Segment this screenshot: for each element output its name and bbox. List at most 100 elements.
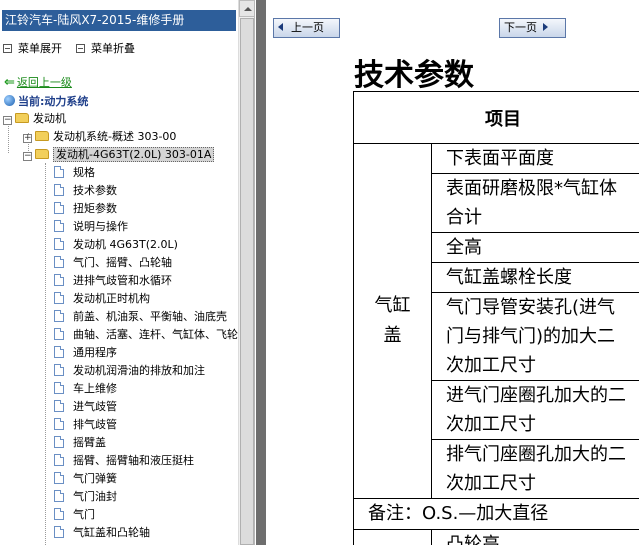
document-icon <box>54 346 64 358</box>
tree-doc-item[interactable]: 排气歧管 <box>54 416 117 434</box>
tree-doc-label: 气门、摇臂、凸轮轴 <box>73 256 172 269</box>
tree-doc-item[interactable]: 摇臂、摇臂轴和液压挺柱 <box>54 452 194 470</box>
item-cell: 进气门座圈孔加大的二 次加工尺寸 <box>431 380 639 440</box>
tree-doc-label: 气门 <box>73 508 95 521</box>
spec-table: 项目 气缸盖 下表面平面度 表面研磨极限*气缸体 合计 全高 气缸盖螺栓长度 气门导管安装孔… <box>353 91 639 545</box>
prev-page-label: 上一页 <box>291 21 324 34</box>
tree-doc-item[interactable]: 发动机正时机构 <box>54 290 150 308</box>
globe-icon <box>4 95 15 106</box>
tree-doc-label: 摇臂、摇臂轴和液压挺柱 <box>73 454 194 467</box>
tree-doc-item[interactable]: 前盖、机油泵、平衡轴、油底壳 <box>54 308 227 326</box>
current-section: 当前:动力系统 <box>4 93 88 109</box>
scroll-up-button[interactable] <box>239 0 254 17</box>
collapse-menu-button[interactable]: 菜单折叠 <box>76 40 135 56</box>
tree-doc-item[interactable]: 发动机 4G63T(2.0L) <box>54 236 178 254</box>
tree-doc-item[interactable]: 规格 <box>54 164 95 182</box>
item-text: 次加工尺寸 <box>446 414 536 435</box>
tree-doc-label: 进气歧管 <box>73 400 117 413</box>
manual-title: 江铃汽车-陆风X7-2015-维修手册 <box>2 10 236 31</box>
table-row: 凸轮高 <box>353 529 639 545</box>
tree-doc-label: 发动机 4G63T(2.0L) <box>73 238 178 251</box>
tree-doc-item[interactable]: 气门油封 <box>54 488 117 506</box>
tree-scrollbar[interactable] <box>238 0 254 545</box>
item-text: 次加工尺寸 <box>446 355 536 376</box>
tree-doc-label: 气缸盖和凸轮轴 <box>73 526 150 539</box>
expand-toggle-icon[interactable]: + <box>23 134 32 143</box>
tree-doc-item[interactable]: 气门、摇臂、凸轮轴 <box>54 254 172 272</box>
tree-doc-label: 发动机正时机构 <box>73 292 150 305</box>
tree-doc-label: 摇臂盖 <box>73 436 106 449</box>
document-icon <box>54 256 64 268</box>
next-page-label: 下一页 <box>504 21 537 34</box>
document-icon <box>54 364 64 376</box>
expand-menu-button[interactable]: 菜单展开 <box>3 40 62 56</box>
back-link[interactable]: ⇐ 返回上一级 <box>4 74 72 90</box>
document-icon <box>54 382 64 394</box>
tree-doc-item[interactable]: 发动机润滑油的排放和加注 <box>54 362 205 380</box>
item-text: 下表面平面度 <box>446 148 554 169</box>
tree-doc-item[interactable]: 进气歧管 <box>54 398 117 416</box>
tree-doc-label: 扭矩参数 <box>73 202 117 215</box>
item-cell: 气缸盖螺栓长度 <box>431 262 639 293</box>
item-text: 合计 <box>446 207 482 228</box>
prev-page-button[interactable]: 上一页 <box>273 18 340 38</box>
collapse-toggle-icon[interactable]: − <box>23 152 32 161</box>
left-arrow-icon <box>278 23 283 31</box>
scroll-thumb[interactable] <box>240 18 254 545</box>
tree-node-overview[interactable]: + 发动机系统-概述 303-00 <box>23 128 176 146</box>
tree-doc-label: 说明与操作 <box>73 220 128 233</box>
item-text: 气缸盖螺栓长度 <box>446 267 572 288</box>
tree-doc-item[interactable]: 气门弹簧 <box>54 470 117 488</box>
folder-icon <box>35 131 49 141</box>
category-text: 气缸盖 <box>374 295 411 346</box>
tree-doc-item[interactable]: 通用程序 <box>54 344 117 362</box>
tree-doc-label: 通用程序 <box>73 346 117 359</box>
tree-doc-label: 技术参数 <box>73 184 117 197</box>
tree-doc-item[interactable]: 车上维修 <box>54 380 117 398</box>
document-icon <box>54 472 64 484</box>
tree-panel: 江铃汽车-陆风X7-2015-维修手册 菜单展开 菜单折叠 ⇐ 返回上一级 当前:… <box>0 0 255 545</box>
document-icon <box>54 310 64 322</box>
tree-doc-label: 气门弹簧 <box>73 472 117 485</box>
tree-doc-item[interactable]: 扭矩参数 <box>54 200 117 218</box>
collapse-label: 菜单折叠 <box>91 42 135 55</box>
tree-doc-label: 气门油封 <box>73 490 117 503</box>
tree-doc-item[interactable]: 摇臂盖 <box>54 434 106 452</box>
folder-open-icon <box>15 113 29 123</box>
item-cell: 全高 <box>431 232 639 263</box>
document-icon <box>54 292 64 304</box>
item-text: 进气门座圈孔加大的二 <box>446 385 626 406</box>
tree-doc-label: 前盖、机油泵、平衡轴、油底壳 <box>73 310 227 323</box>
tree-doc-item[interactable]: 气缸盖和凸轮轴 <box>54 524 150 542</box>
document-icon <box>54 490 64 502</box>
note-cell: 备注：O.S.—加大直径 <box>353 498 639 530</box>
right-arrow-icon <box>543 23 548 31</box>
tree-node-root[interactable]: − 发动机 <box>3 110 66 128</box>
tree-doc-label: 排气歧管 <box>73 418 117 431</box>
next-page-button[interactable]: 下一页 <box>499 18 566 38</box>
tree-node-engine-4g63t[interactable]: − 发动机-4G63T(2.0L) 303-01A <box>23 146 215 164</box>
item-text: 次加工尺寸 <box>446 473 536 494</box>
tree-doc-item[interactable]: 说明与操作 <box>54 218 128 236</box>
document-icon <box>54 274 64 286</box>
tree-doc-item[interactable]: 技术参数 <box>54 182 117 200</box>
document-icon <box>54 184 64 196</box>
category-cell: 气缸盖 <box>353 143 432 499</box>
back-label: 返回上一级 <box>16 76 72 89</box>
document-icon <box>54 454 64 466</box>
collapse-toggle-icon[interactable]: − <box>3 116 12 125</box>
document-icon <box>54 436 64 448</box>
tree-doc-label: 车上维修 <box>73 382 117 395</box>
panel-splitter[interactable] <box>256 0 266 545</box>
tree-connector <box>45 163 46 545</box>
tree-node-label: 发动机系统-概述 303-00 <box>53 130 177 143</box>
tree-doc-item[interactable]: 气门 <box>54 506 95 524</box>
tree-doc-item[interactable]: 进排气歧管和水循环 <box>54 272 172 290</box>
document-icon <box>54 238 64 250</box>
current-label: 当前:动力系统 <box>18 95 89 108</box>
tree-doc-item[interactable]: 曲轴、活塞、连杆、气缸体、飞轮 <box>54 326 238 344</box>
note-row: 备注：O.S.—加大直径 <box>353 498 639 530</box>
expand-label: 菜单展开 <box>18 42 62 55</box>
tree-doc-label: 发动机润滑油的排放和加注 <box>73 364 205 377</box>
document-icon <box>54 328 64 340</box>
